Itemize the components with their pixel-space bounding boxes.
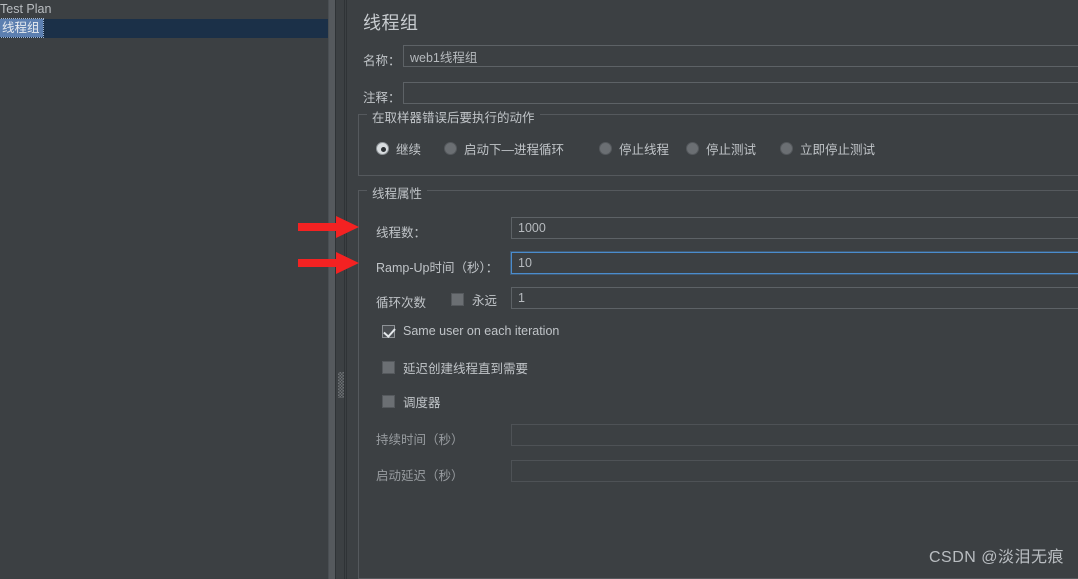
radio-start-next-loop[interactable]: 启动下—进程循环 [444,139,564,158]
thread-properties-group: 线程属性 线程数： Ramp-Up时间（秒）： 循环次数 永远 Same use… [358,183,1078,579]
same-user-checkbox[interactable]: Same user on each iteration [382,324,559,338]
ramp-up-label: Ramp-Up时间（秒）： [376,261,499,275]
startup-delay-label: 启动延迟（秒） [376,469,464,483]
checkbox-indicator-icon [382,324,395,338]
startup-delay-input[interactable] [511,460,1078,482]
checkbox-indicator-icon [382,361,395,374]
delayed-thread-creation-label: 延迟创建线程直到需要 [403,362,529,376]
delayed-thread-creation-checkbox[interactable]: 延迟创建线程直到需要 [382,358,528,377]
jmeter-thread-group-window: Test Plan 线程组 线程组 名称： 注释： 在取样器错误后要执行的动作 … [0,0,1078,579]
sampler-error-action-group-title: 在取样器错误后要执行的动作 [367,107,540,126]
page-title: 线程组 [363,13,419,33]
radio-indicator-icon [444,142,457,155]
checkbox-indicator-icon [451,293,464,306]
tree-item-test-plan[interactable]: Test Plan [0,0,328,19]
comment-field-label: 注释： [363,91,401,105]
radio-stop-thread-label: 停止线程 [619,143,670,157]
ramp-up-input[interactable] [511,252,1078,274]
thread-count-label: 线程数： [376,226,427,240]
forever-checkbox-label: 永远 [472,294,498,308]
name-input[interactable] [403,45,1078,67]
radio-stop-test[interactable]: 停止测试 [686,139,756,158]
scheduler-checkbox[interactable]: 调度器 [382,392,441,411]
name-field-label: 名称： [363,54,401,68]
splitter-grip-handle[interactable] [338,372,344,398]
radio-stop-test-now[interactable]: 立即停止测试 [780,139,875,158]
scheduler-checkbox-label: 调度器 [403,396,441,410]
thread-count-input[interactable] [511,217,1078,239]
checkbox-indicator-icon [382,395,395,408]
comment-input[interactable] [403,82,1078,104]
thread-group-config-panel: 线程组 名称： 注释： 在取样器错误后要执行的动作 继续 启动下—进程循环 停止… [346,0,1078,579]
tree-vertical-scrollbar[interactable] [328,0,336,579]
test-plan-tree[interactable]: Test Plan 线程组 [0,0,328,579]
panel-splitter[interactable] [335,0,345,579]
tree-item-test-plan-label: Test Plan [0,2,52,16]
thread-properties-group-title: 线程属性 [367,183,428,202]
duration-label: 持续时间（秒） [376,433,464,447]
same-user-checkbox-label: Same user on each iteration [403,324,560,338]
radio-continue[interactable]: 继续 [376,139,421,158]
forever-checkbox[interactable]: 永远 [451,290,497,309]
radio-stop-test-label: 停止测试 [706,143,757,157]
radio-indicator-icon [599,142,612,155]
radio-start-next-loop-label: 启动下—进程循环 [464,143,565,157]
radio-indicator-icon [686,142,699,155]
radio-stop-test-now-label: 立即停止测试 [800,143,876,157]
radio-indicator-icon [376,142,389,155]
radio-indicator-icon [780,142,793,155]
sampler-error-action-group: 在取样器错误后要执行的动作 继续 启动下—进程循环 停止线程 停止测试 立即停止… [358,107,1078,176]
radio-stop-thread[interactable]: 停止线程 [599,139,669,158]
duration-input[interactable] [511,424,1078,446]
tree-item-thread-group[interactable]: 线程组 [0,18,328,38]
tree-item-thread-group-label: 线程组 [0,18,44,38]
radio-continue-label: 继续 [396,143,422,157]
loop-count-label: 循环次数 [376,296,427,310]
watermark-text: CSDN @淡泪无痕 [928,549,1064,566]
loop-count-input[interactable] [511,287,1078,309]
